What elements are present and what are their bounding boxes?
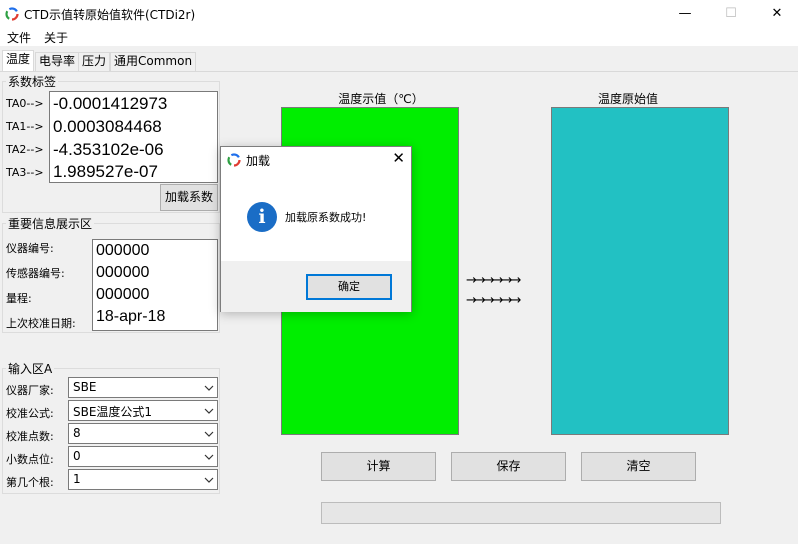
formula-label: 校准公式:: [6, 407, 54, 420]
decimals-select[interactable]: 0: [68, 446, 218, 467]
ta3-label: TA3-->: [6, 166, 44, 179]
close-button[interactable]: ✕: [754, 0, 798, 28]
formula-value: SBE温度公式1: [73, 405, 153, 419]
ta1-value: 0.0003084468: [53, 117, 162, 136]
ta0-label: TA0-->: [6, 97, 44, 110]
dialog-ok-button[interactable]: 确定: [306, 274, 392, 300]
chevron-down-icon: [204, 477, 214, 483]
arrow-row-bottom: →→→→→→: [466, 293, 521, 308]
dialog-title: 加载: [246, 154, 271, 168]
menu-about[interactable]: 关于: [44, 29, 68, 46]
last-calibration-label: 上次校准日期:: [6, 317, 76, 330]
calculate-button[interactable]: 计算: [321, 452, 436, 481]
window-title: CTD示值转原始值软件(CTDi2r): [24, 8, 196, 22]
minimize-button[interactable]: —: [662, 0, 708, 28]
last-calibration-value: 18-apr-18: [96, 308, 166, 325]
menu-bar: 文件 关于: [0, 28, 798, 46]
raw-value-area[interactable]: [551, 107, 729, 435]
tab-pressure[interactable]: 压力: [78, 52, 111, 71]
info-icon: i: [247, 202, 277, 232]
sensor-id-value: 000000: [96, 264, 150, 281]
root-select[interactable]: 1: [68, 469, 218, 490]
maximize-button: ☐: [725, 6, 737, 21]
ta2-label: TA2-->: [6, 143, 44, 156]
points-label: 校准点数:: [6, 430, 54, 443]
input-group-title: 输入区A: [6, 360, 55, 377]
chevron-down-icon: [204, 454, 214, 460]
ta3-value: 1.989527e-07: [53, 162, 158, 181]
points-select[interactable]: 8: [68, 423, 218, 444]
dialog-close-button[interactable]: ✕: [392, 149, 405, 167]
info-group-title: 重要信息展示区: [6, 215, 95, 232]
coefficients-group-title: 系数标签: [6, 73, 59, 90]
points-value: 8: [73, 426, 81, 440]
progress-bar: [321, 502, 721, 524]
app-logo-icon: [227, 153, 241, 167]
tab-temperature[interactable]: 温度: [2, 50, 35, 72]
arrow-row-top: →→→→→→: [466, 273, 521, 288]
title-bar: CTD示值转原始值软件(CTDi2r) — ☐ ✕: [0, 0, 798, 28]
coefficients-textbox[interactable]: -0.0001412973 0.0003084468 -4.353102e-06…: [49, 91, 218, 183]
ta1-label: TA1-->: [6, 120, 44, 133]
decimals-value: 0: [73, 449, 81, 463]
root-value: 1: [73, 472, 81, 486]
formula-select[interactable]: SBE温度公式1: [68, 400, 218, 421]
chevron-down-icon: [204, 385, 214, 391]
manufacturer-label: 仪器厂家:: [6, 384, 54, 397]
raw-value-title: 温度原始值: [597, 92, 658, 106]
load-dialog: 加载 ✕ i 加载原系数成功! 确定: [220, 146, 412, 312]
clear-button[interactable]: 清空: [581, 452, 696, 481]
ta2-value: -4.353102e-06: [53, 140, 164, 159]
range-label: 量程:: [6, 292, 32, 305]
dialog-message: 加载原系数成功!: [285, 211, 367, 224]
sensor-id-label: 传感器编号:: [6, 267, 65, 280]
root-label: 第几个根:: [6, 476, 54, 489]
tab-divider: [0, 71, 798, 72]
instrument-id-label: 仪器编号:: [6, 242, 54, 255]
save-button[interactable]: 保存: [451, 452, 566, 481]
info-textbox[interactable]: 000000 000000 000000 18-apr-18: [92, 239, 218, 331]
range-value: 000000: [96, 286, 150, 303]
chevron-down-icon: [204, 408, 214, 414]
manufacturer-select[interactable]: SBE: [68, 377, 218, 398]
manufacturer-value: SBE: [73, 380, 97, 394]
decimals-label: 小数点位:: [6, 453, 54, 466]
display-value-title: 温度示值（℃）: [338, 92, 424, 106]
load-coefficients-button[interactable]: 加载系数: [160, 184, 218, 211]
chevron-down-icon: [204, 431, 214, 437]
menu-file[interactable]: 文件: [7, 29, 31, 46]
instrument-id-value: 000000: [96, 242, 150, 259]
tab-common[interactable]: 通用Common: [110, 52, 197, 71]
ta0-value: -0.0001412973: [53, 94, 168, 113]
tab-conductivity[interactable]: 电导率: [35, 52, 80, 71]
app-logo-icon: [5, 7, 19, 21]
